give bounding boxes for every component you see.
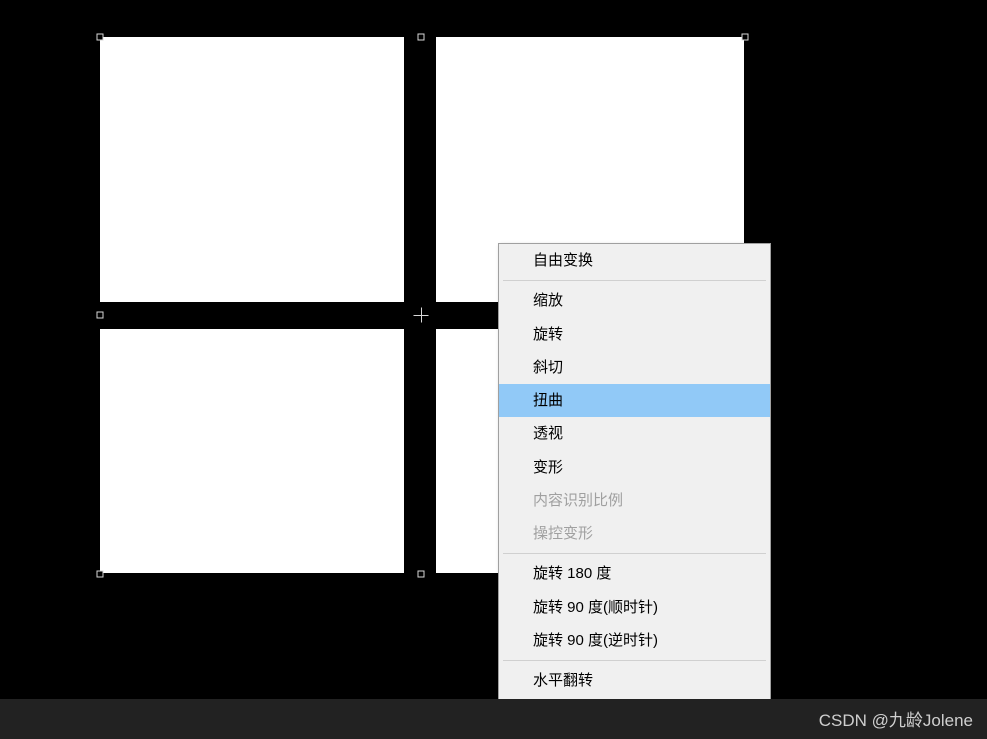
transform-handle[interactable] [97,571,104,578]
slice-top-left[interactable] [100,37,404,302]
transform-handle[interactable] [418,571,425,578]
watermark: CSDN @九龄Jolene [819,706,973,731]
menu-item[interactable]: 水平翻转 [499,664,770,697]
menu-item[interactable]: 扭曲 [499,384,770,417]
menu-item[interactable]: 自由变换 [499,244,770,277]
menu-item[interactable]: 旋转 180 度 [499,557,770,590]
context-menu: 自由变换缩放旋转斜切扭曲透视变形内容识别比例操控变形旋转 180 度旋转 90 … [498,243,771,732]
menu-item[interactable]: 缩放 [499,284,770,317]
menu-item: 内容识别比例 [499,484,770,517]
slice-bottom-left[interactable] [100,329,404,573]
transform-handle[interactable] [97,312,104,319]
menu-separator [503,660,766,661]
menu-item[interactable]: 变形 [499,451,770,484]
menu-item[interactable]: 斜切 [499,351,770,384]
transform-center-handle[interactable] [414,308,429,323]
menu-item[interactable]: 旋转 90 度(逆时针) [499,624,770,657]
menu-item[interactable]: 旋转 90 度(顺时针) [499,591,770,624]
transform-handle[interactable] [418,34,425,41]
transform-handle[interactable] [97,34,104,41]
menu-item[interactable]: 旋转 [499,318,770,351]
transform-handle[interactable] [742,34,749,41]
menu-separator [503,280,766,281]
menu-item: 操控变形 [499,517,770,550]
menu-separator [503,553,766,554]
menu-item[interactable]: 透视 [499,417,770,450]
canvas-area[interactable] [0,0,987,700]
